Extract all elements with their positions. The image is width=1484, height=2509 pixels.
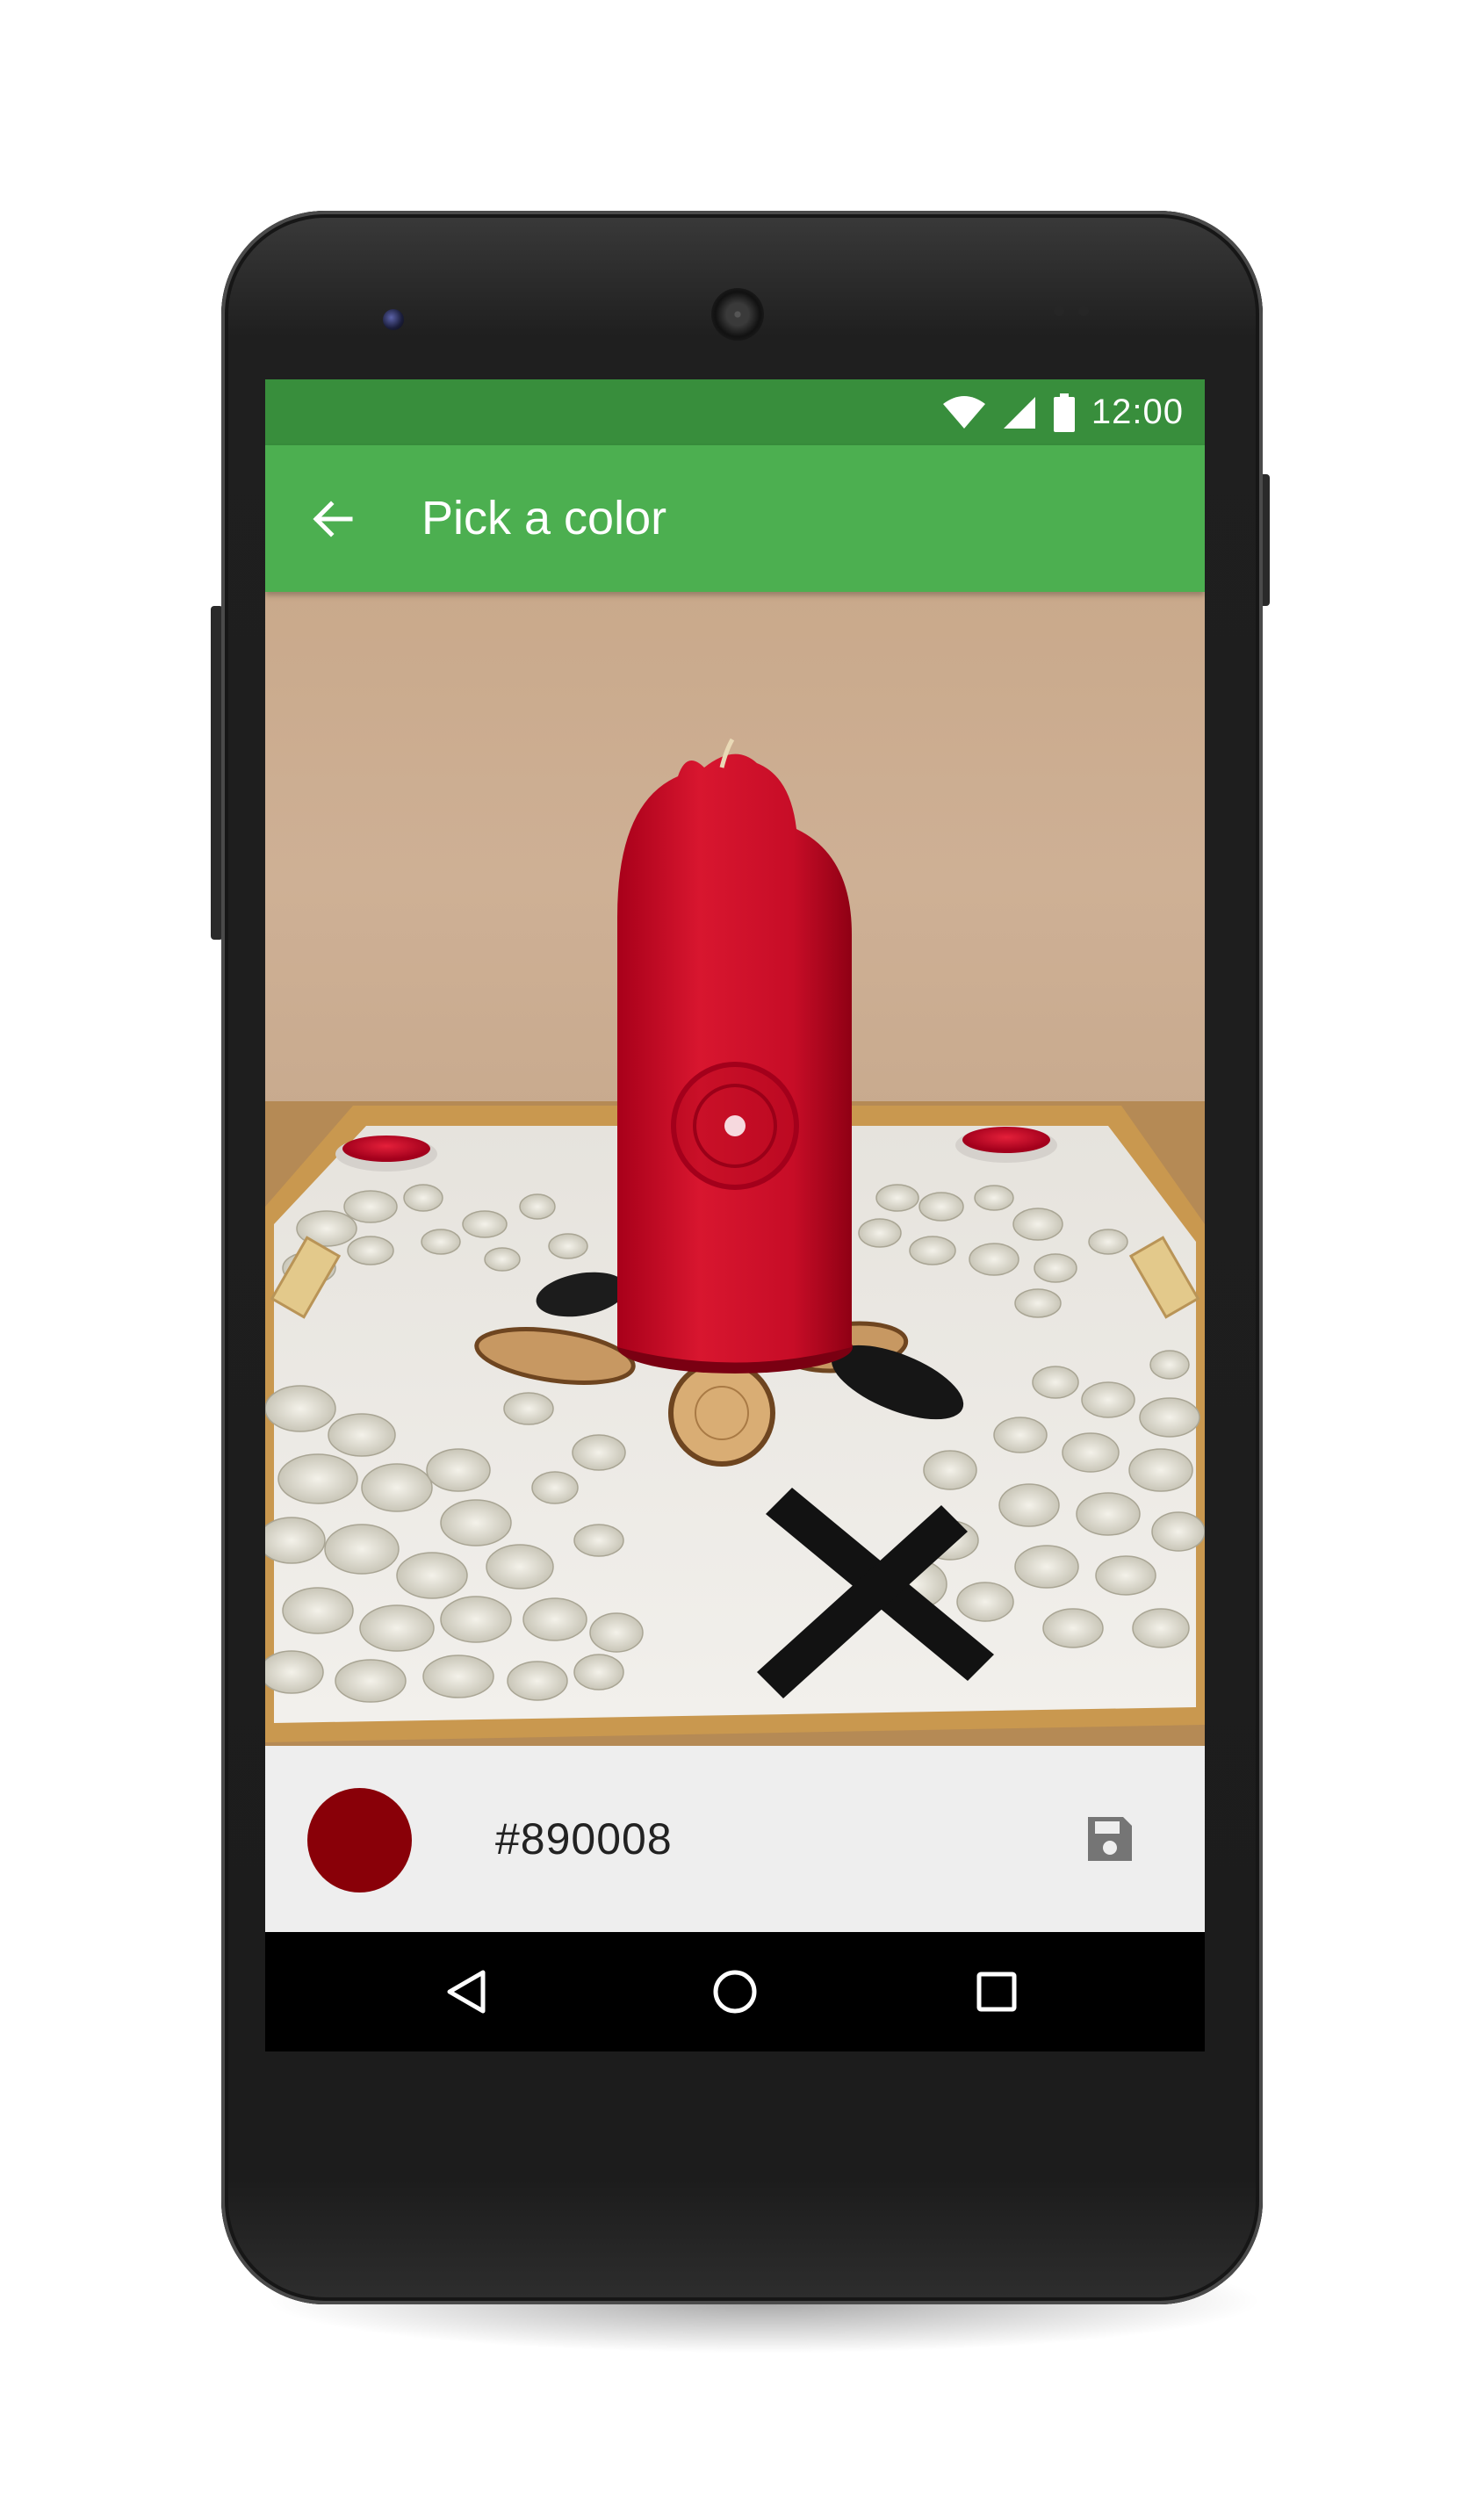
earpiece-speaker bbox=[711, 288, 764, 341]
arrow-back-icon bbox=[313, 501, 353, 537]
signal-icon bbox=[1003, 396, 1035, 429]
back-button[interactable] bbox=[300, 487, 364, 551]
nav-back-button[interactable] bbox=[432, 1957, 502, 2027]
back-triangle-icon bbox=[447, 1970, 486, 2014]
color-swatch bbox=[307, 1788, 412, 1893]
status-time: 12:00 bbox=[1091, 393, 1184, 431]
recents-square-icon bbox=[976, 1972, 1017, 2012]
page-title: Pick a color bbox=[421, 492, 667, 544]
home-circle-icon bbox=[713, 1970, 757, 2014]
save-icon bbox=[1088, 1817, 1132, 1861]
front-sensor bbox=[383, 309, 404, 330]
hex-value: #890008 bbox=[495, 1814, 673, 1864]
color-result-panel: #890008 bbox=[265, 1746, 1205, 1932]
camera-photo[interactable] bbox=[265, 592, 1205, 1746]
phone-screen: 12:00 Pick a color #890008 bbox=[265, 379, 1205, 2051]
status-bar: 12:00 bbox=[265, 379, 1205, 445]
save-button[interactable] bbox=[1082, 1811, 1138, 1867]
wifi-icon bbox=[942, 395, 985, 429]
nav-home-button[interactable] bbox=[700, 1957, 770, 2027]
navigation-bar bbox=[265, 1932, 1205, 2051]
proximity-sensors bbox=[1054, 305, 1106, 322]
app-bar: Pick a color bbox=[265, 445, 1205, 592]
battery-icon bbox=[1053, 393, 1075, 432]
crosshair-target bbox=[671, 1062, 799, 1190]
nav-recents-button[interactable] bbox=[962, 1957, 1032, 2027]
photo-canvas bbox=[265, 592, 1205, 1746]
